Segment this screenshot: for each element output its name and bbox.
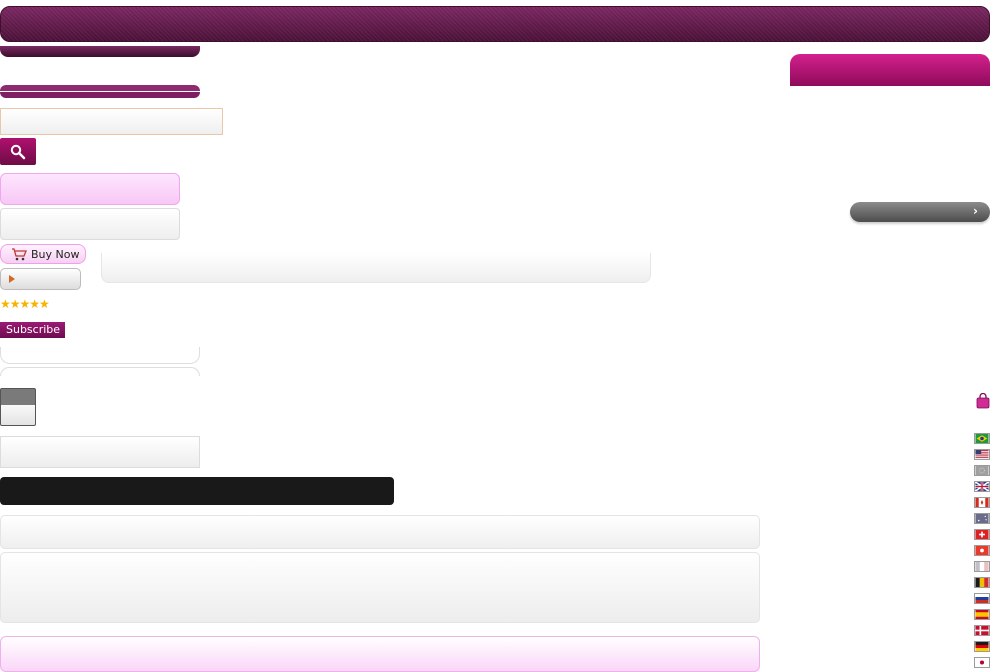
search-input[interactable] xyxy=(0,108,223,135)
rounded-panel-top xyxy=(0,367,200,376)
flag-belgium[interactable] xyxy=(974,577,990,588)
left-section-strip xyxy=(0,85,200,98)
flag-spain[interactable] xyxy=(974,609,990,620)
flag-hong-kong[interactable] xyxy=(974,545,990,556)
rounded-panel-bottom xyxy=(0,347,200,364)
content-panel-1 xyxy=(0,515,760,549)
sidebar-header-tab xyxy=(790,54,990,86)
search-icon xyxy=(10,144,26,159)
left-header-strip xyxy=(0,46,200,57)
flag-canada[interactable] xyxy=(974,497,990,508)
grey-panel-lower xyxy=(0,436,200,468)
grey-panel xyxy=(0,208,180,240)
continue-pill-button[interactable]: › xyxy=(850,202,990,222)
rating-stars: ★★★★★ xyxy=(0,297,50,311)
flag-france[interactable] xyxy=(974,561,990,572)
content-panel-pink xyxy=(0,636,760,672)
content-panel-2 xyxy=(0,552,760,623)
flag-eu[interactable] xyxy=(974,465,990,476)
buy-now-button[interactable]: Buy Now xyxy=(0,244,86,264)
play-arrow-icon xyxy=(9,275,15,283)
subscribe-button[interactable]: Subscribe xyxy=(0,322,65,338)
flag-uk[interactable] xyxy=(974,481,990,492)
flag-switzerland[interactable] xyxy=(974,529,990,540)
flag-brazil[interactable] xyxy=(974,433,990,444)
highlight-panel xyxy=(0,173,180,205)
flag-germany[interactable] xyxy=(974,641,990,652)
center-panel xyxy=(101,253,651,283)
arrow-button[interactable] xyxy=(0,268,81,290)
search-button[interactable] xyxy=(0,138,36,165)
flag-russia[interactable] xyxy=(974,593,990,604)
flag-usa[interactable] xyxy=(974,449,990,460)
buy-now-label: Buy Now xyxy=(31,247,80,261)
chevron-right-icon: › xyxy=(973,204,978,218)
flag-japan[interactable] xyxy=(974,657,990,668)
shopping-bag-icon[interactable] xyxy=(976,393,990,409)
flag-australia[interactable] xyxy=(974,513,990,524)
top-navigation-bar xyxy=(0,6,990,42)
gradient-swatch xyxy=(0,388,36,426)
dark-bar xyxy=(0,477,394,505)
flag-denmark[interactable] xyxy=(974,625,990,636)
cart-icon xyxy=(12,247,27,260)
